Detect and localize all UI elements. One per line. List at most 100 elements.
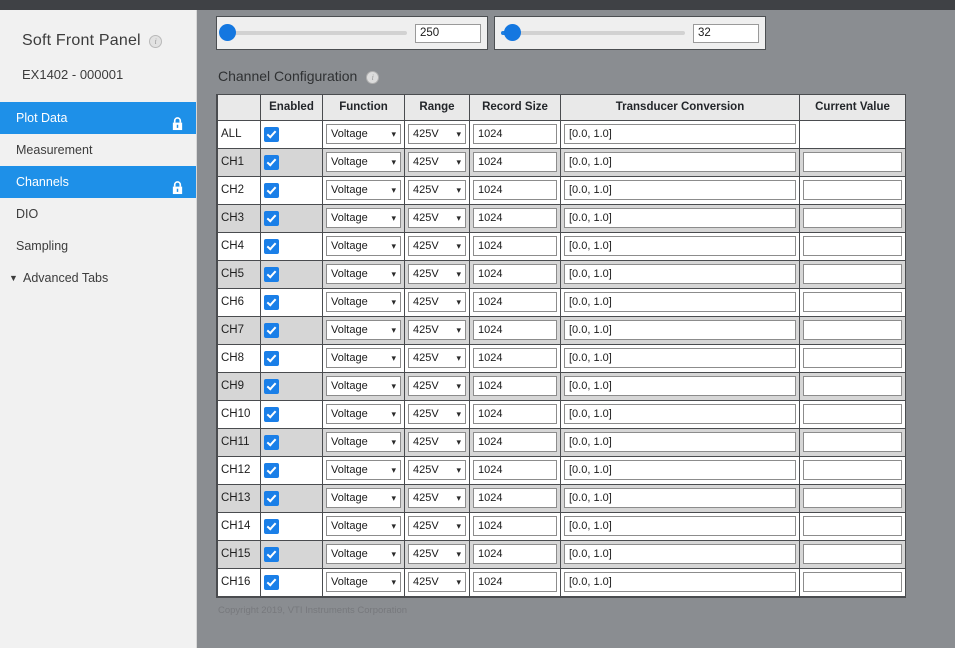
function-select[interactable]: Voltage▾ [326,432,401,452]
range-select[interactable]: 425V▾ [408,124,466,144]
slider-right[interactable]: 32 [494,16,766,50]
current-value-input[interactable] [803,264,902,284]
transducer-conversion-input[interactable]: [0.0, 1.0] [564,180,796,200]
info-icon[interactable]: i [149,35,162,48]
range-select[interactable]: 425V▾ [408,488,466,508]
sidebar-item-channels[interactable]: Channels [0,166,196,198]
record-size-input[interactable]: 1024 [473,572,557,592]
current-value-input[interactable] [803,544,902,564]
enabled-checkbox[interactable] [264,435,279,450]
slider-right-track[interactable] [501,31,685,35]
enabled-checkbox[interactable] [264,127,279,142]
record-size-input[interactable]: 1024 [473,180,557,200]
enabled-checkbox[interactable] [264,267,279,282]
current-value-input[interactable] [803,208,902,228]
range-select[interactable]: 425V▾ [408,180,466,200]
range-select[interactable]: 425V▾ [408,236,466,256]
function-select[interactable]: Voltage▾ [326,236,401,256]
transducer-conversion-input[interactable]: [0.0, 1.0] [564,460,796,480]
current-value-input[interactable] [803,180,902,200]
transducer-conversion-input[interactable]: [0.0, 1.0] [564,544,796,564]
range-select[interactable]: 425V▾ [408,208,466,228]
transducer-conversion-input[interactable]: [0.0, 1.0] [564,376,796,396]
record-size-input[interactable]: 1024 [473,432,557,452]
function-select[interactable]: Voltage▾ [326,180,401,200]
record-size-input[interactable]: 1024 [473,320,557,340]
record-size-input[interactable]: 1024 [473,488,557,508]
sidebar-item-sampling[interactable]: Sampling [0,230,196,262]
slider-right-handle[interactable] [504,24,521,41]
lock-icon[interactable] [171,111,184,125]
current-value-input[interactable] [803,236,902,256]
record-size-input[interactable]: 1024 [473,208,557,228]
function-select[interactable]: Voltage▾ [326,152,401,172]
function-select[interactable]: Voltage▾ [326,264,401,284]
info-icon[interactable]: i [366,71,379,84]
current-value-input[interactable] [803,572,902,592]
range-select[interactable]: 425V▾ [408,404,466,424]
transducer-conversion-input[interactable]: [0.0, 1.0] [564,348,796,368]
enabled-checkbox[interactable] [264,547,279,562]
current-value-input[interactable] [803,348,902,368]
record-size-input[interactable]: 1024 [473,348,557,368]
function-select[interactable]: Voltage▾ [326,320,401,340]
record-size-input[interactable]: 1024 [473,264,557,284]
sidebar-item-measurement[interactable]: Measurement [0,134,196,166]
range-select[interactable]: 425V▾ [408,544,466,564]
slider-left[interactable]: 250 [216,16,488,50]
range-select[interactable]: 425V▾ [408,348,466,368]
transducer-conversion-input[interactable]: [0.0, 1.0] [564,208,796,228]
record-size-input[interactable]: 1024 [473,152,557,172]
current-value-input[interactable] [803,432,902,452]
enabled-checkbox[interactable] [264,491,279,506]
slider-left-track[interactable] [223,31,407,35]
record-size-input[interactable]: 1024 [473,292,557,312]
current-value-input[interactable] [803,292,902,312]
slider-right-value-input[interactable]: 32 [693,24,759,43]
transducer-conversion-input[interactable]: [0.0, 1.0] [564,320,796,340]
function-select[interactable]: Voltage▾ [326,488,401,508]
range-select[interactable]: 425V▾ [408,292,466,312]
enabled-checkbox[interactable] [264,183,279,198]
transducer-conversion-input[interactable]: [0.0, 1.0] [564,264,796,284]
range-select[interactable]: 425V▾ [408,516,466,536]
record-size-input[interactable]: 1024 [473,376,557,396]
slider-left-value-input[interactable]: 250 [415,24,481,43]
transducer-conversion-input[interactable]: [0.0, 1.0] [564,404,796,424]
current-value-input[interactable] [803,460,902,480]
transducer-conversion-input[interactable]: [0.0, 1.0] [564,152,796,172]
range-select[interactable]: 425V▾ [408,376,466,396]
record-size-input[interactable]: 1024 [473,236,557,256]
record-size-input[interactable]: 1024 [473,544,557,564]
range-select[interactable]: 425V▾ [408,460,466,480]
enabled-checkbox[interactable] [264,463,279,478]
range-select[interactable]: 425V▾ [408,320,466,340]
enabled-checkbox[interactable] [264,239,279,254]
range-select[interactable]: 425V▾ [408,152,466,172]
transducer-conversion-input[interactable]: [0.0, 1.0] [564,432,796,452]
current-value-input[interactable] [803,320,902,340]
sidebar-item-advanced-tabs[interactable]: ▼Advanced Tabs [0,262,196,294]
sidebar-item-dio[interactable]: DIO [0,198,196,230]
transducer-conversion-input[interactable]: [0.0, 1.0] [564,292,796,312]
enabled-checkbox[interactable] [264,155,279,170]
range-select[interactable]: 425V▾ [408,572,466,592]
range-select[interactable]: 425V▾ [408,432,466,452]
lock-icon[interactable] [171,175,184,189]
range-select[interactable]: 425V▾ [408,264,466,284]
current-value-input[interactable] [803,376,902,396]
function-select[interactable]: Voltage▾ [326,460,401,480]
record-size-input[interactable]: 1024 [473,404,557,424]
function-select[interactable]: Voltage▾ [326,376,401,396]
transducer-conversion-input[interactable]: [0.0, 1.0] [564,124,796,144]
enabled-checkbox[interactable] [264,295,279,310]
current-value-input[interactable] [803,516,902,536]
function-select[interactable]: Voltage▾ [326,292,401,312]
enabled-checkbox[interactable] [264,323,279,338]
enabled-checkbox[interactable] [264,211,279,226]
function-select[interactable]: Voltage▾ [326,348,401,368]
function-select[interactable]: Voltage▾ [326,544,401,564]
enabled-checkbox[interactable] [264,351,279,366]
enabled-checkbox[interactable] [264,379,279,394]
record-size-input[interactable]: 1024 [473,516,557,536]
